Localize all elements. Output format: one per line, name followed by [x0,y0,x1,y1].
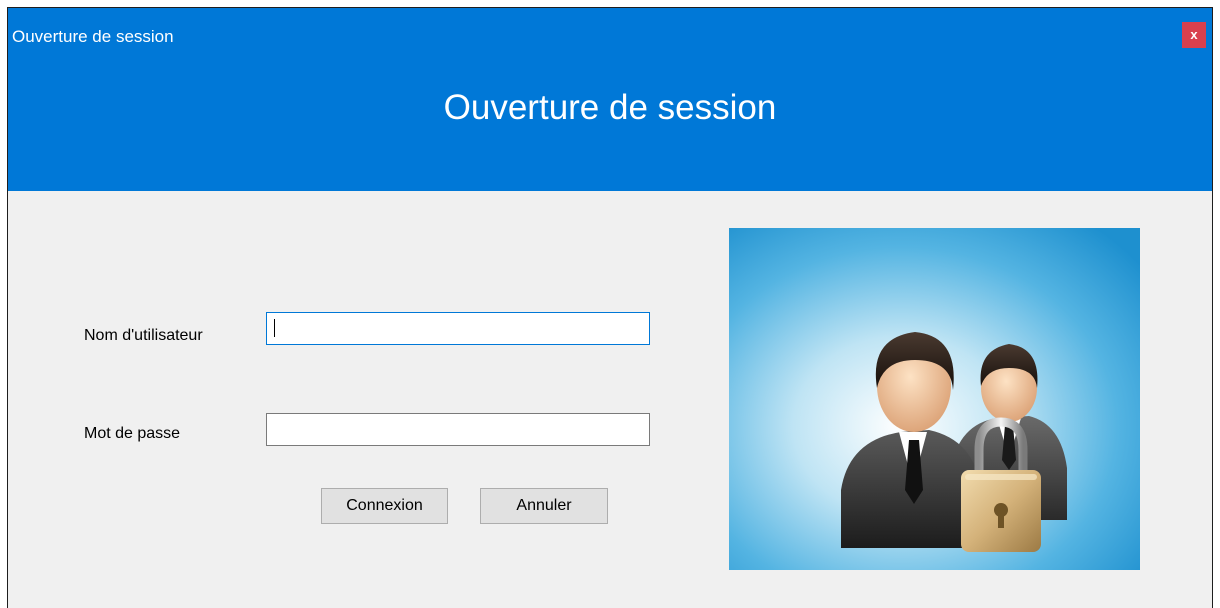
connect-button[interactable]: Connexion [321,488,448,524]
password-input[interactable] [266,413,650,446]
password-label: Mot de passe [84,425,181,442]
users-lock-icon [729,228,1140,570]
username-input[interactable] [266,312,650,345]
cancel-button[interactable]: Annuler [480,488,608,524]
users-lock-illustration [729,228,1140,570]
close-button[interactable]: x [1182,22,1206,48]
window-title: Ouverture de session [12,27,174,46]
login-window: Ouverture de session x Ouverture de sess… [7,7,1213,608]
page-title: Ouverture de session [443,88,777,127]
header-banner: Ouverture de session x Ouverture de sess… [8,8,1212,191]
close-icon: x [1190,27,1198,42]
text-caret [274,319,275,337]
username-label: Nom d'utilisateur [84,327,203,344]
